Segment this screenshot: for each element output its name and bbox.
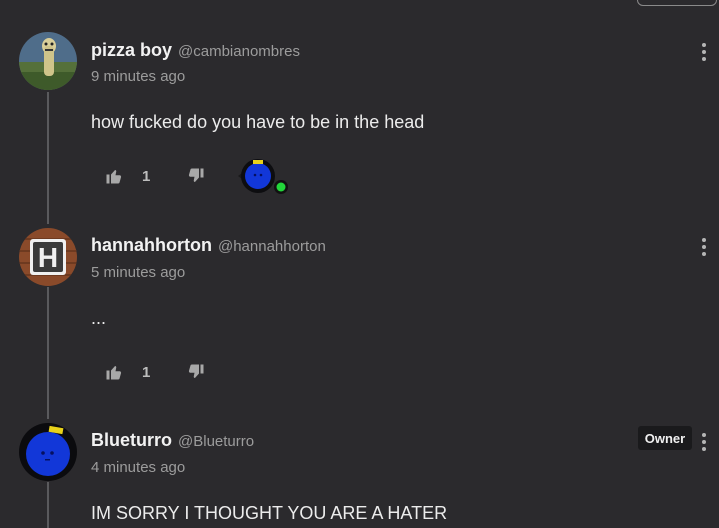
timestamp[interactable]: 5 minutes ago	[91, 264, 185, 281]
more-vertical-icon[interactable]	[694, 430, 714, 454]
like-count: 1	[142, 363, 151, 381]
like-count: 1	[142, 167, 151, 185]
author-name[interactable]: Blueturro	[91, 430, 172, 451]
owner-badge: Owner	[638, 426, 692, 450]
comment-text: how fucked do you have to be in the head	[91, 112, 425, 132]
more-vertical-icon[interactable]	[694, 40, 714, 64]
avatar[interactable]: H	[19, 228, 77, 286]
thread-line	[47, 287, 49, 419]
comment-text: ...	[91, 308, 107, 328]
thread-line	[47, 92, 49, 224]
thumbs-down-icon[interactable]	[184, 360, 208, 384]
thread-line	[47, 482, 49, 528]
thumbs-up-icon[interactable]	[102, 164, 126, 188]
author-handle[interactable]: @cambianombres	[178, 43, 300, 60]
author-handle[interactable]: @hannahhorton	[218, 238, 326, 255]
timestamp[interactable]: 4 minutes ago	[91, 459, 185, 476]
thumbs-down-icon[interactable]	[184, 164, 208, 188]
creator-reply-avatar[interactable]	[238, 156, 290, 196]
author-name[interactable]: pizza boy	[91, 40, 172, 61]
top-partial-button[interactable]	[637, 0, 717, 6]
thumbs-up-icon[interactable]	[102, 360, 126, 384]
author-name[interactable]: hannahhorton	[91, 235, 212, 256]
comment-text: IM SORRY I THOUGHT YOU ARE A HATER	[91, 503, 448, 523]
avatar[interactable]	[19, 423, 77, 481]
avatar-letter: H	[38, 242, 58, 273]
timestamp[interactable]: 9 minutes ago	[91, 68, 185, 85]
avatar[interactable]	[19, 32, 77, 90]
author-handle[interactable]: @Blueturro	[178, 433, 254, 450]
more-vertical-icon[interactable]	[694, 235, 714, 259]
